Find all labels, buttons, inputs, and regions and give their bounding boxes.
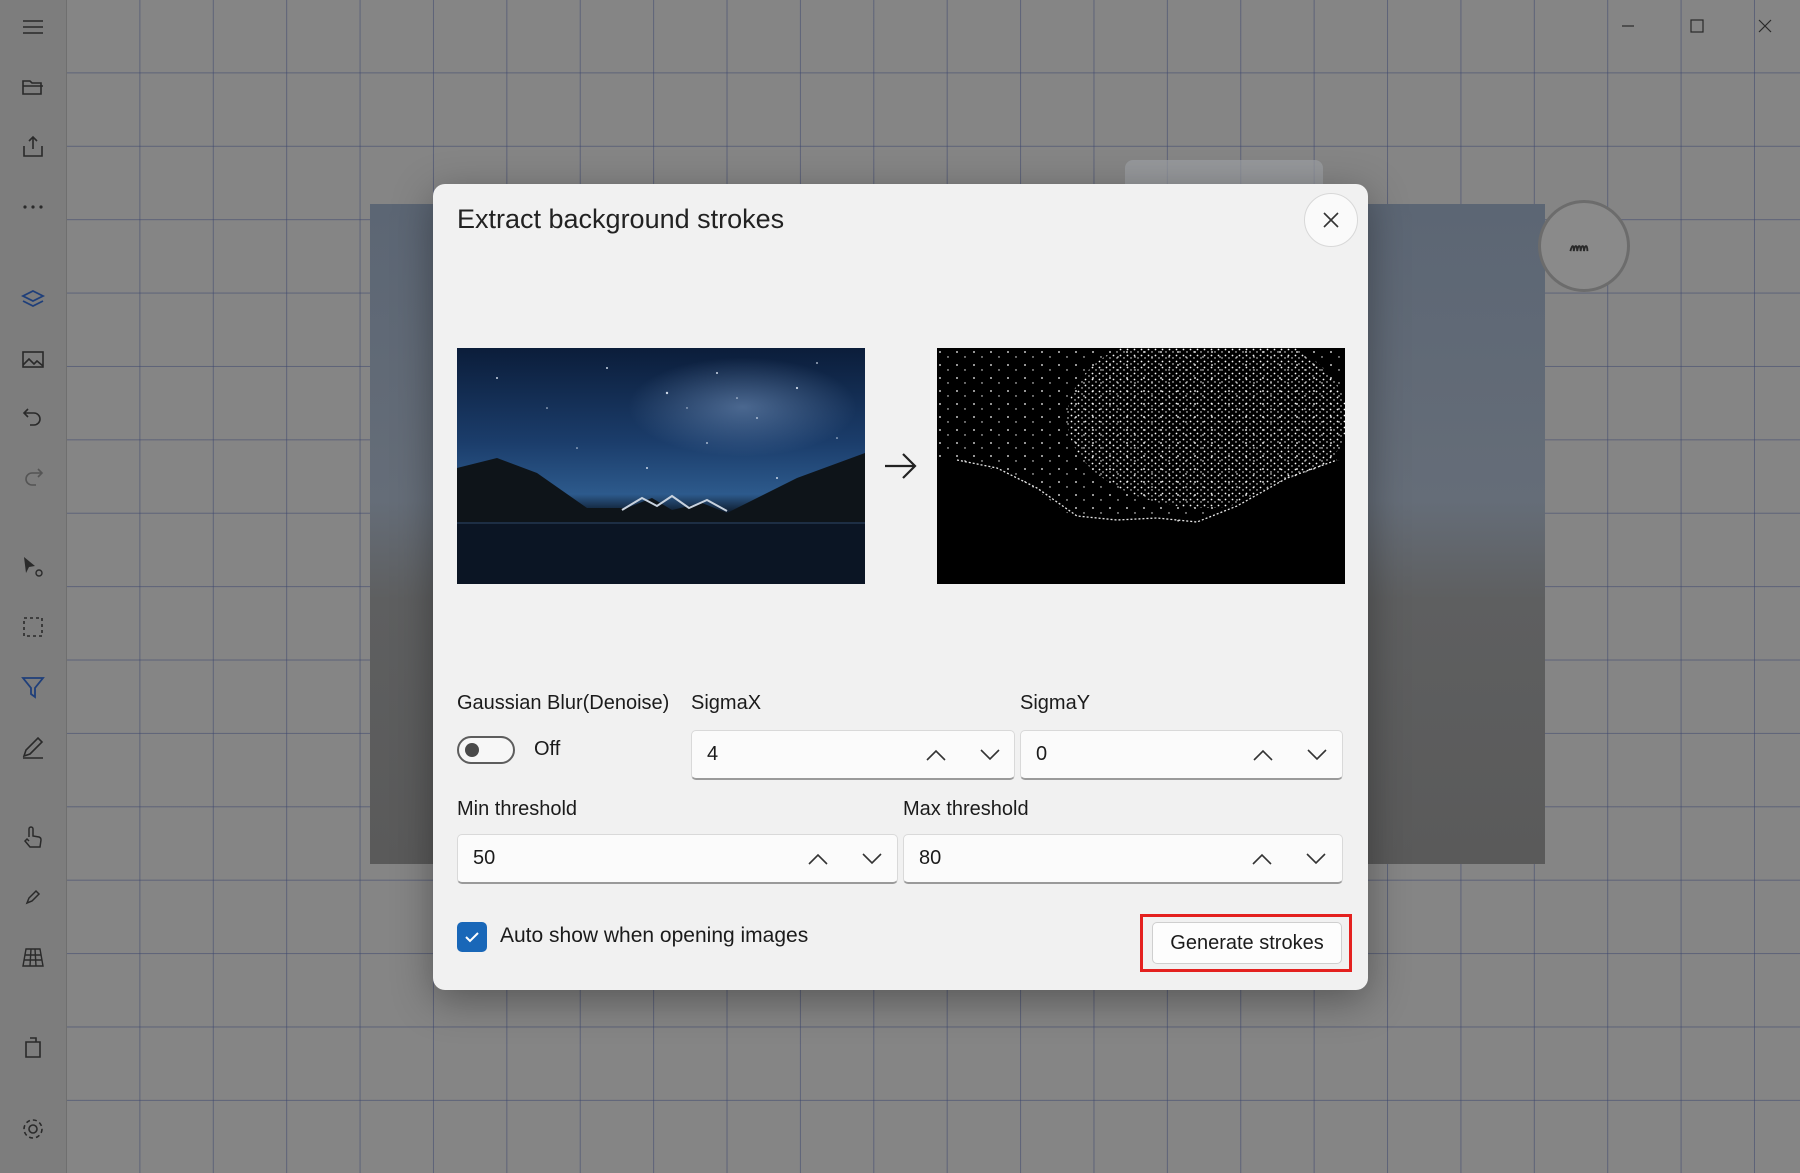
touch-hand-icon (23, 826, 42, 848)
blur-state-label: Off (534, 738, 561, 760)
max-threshold-decrement[interactable] (1298, 843, 1334, 875)
sigma-y-decrement[interactable] (1299, 739, 1335, 771)
chevron-up-icon (808, 853, 828, 865)
settings-button[interactable] (14, 1110, 52, 1148)
more-button[interactable] (14, 188, 52, 226)
sigma-y-label: SigmaY (1020, 692, 1091, 714)
min-threshold-label: Min threshold (457, 798, 578, 820)
lasso-select-icon (23, 617, 43, 637)
more-icon (23, 205, 43, 209)
sigma-y-value: 0 (1036, 743, 1048, 765)
auto-show-checkbox[interactable] (457, 922, 487, 952)
maximize-button[interactable] (1675, 8, 1719, 44)
minimize-button[interactable] (1606, 8, 1650, 44)
chevron-up-icon (1252, 853, 1272, 865)
grid-button[interactable] (14, 938, 52, 976)
pen-settings-icon (25, 889, 41, 905)
chevron-down-icon (1307, 749, 1327, 761)
max-threshold-increment[interactable] (1244, 843, 1280, 875)
max-threshold-label: Max threshold (903, 798, 1029, 820)
funnel-tool-icon (21, 677, 45, 699)
maximize-icon (1690, 19, 1704, 33)
minimize-icon (1622, 25, 1634, 27)
settings-icon (23, 1119, 43, 1139)
select-tool-button[interactable] (14, 548, 52, 586)
sigma-y-input[interactable]: 0 (1020, 730, 1343, 780)
max-threshold-value: 80 (919, 847, 942, 869)
sigma-x-input[interactable]: 4 (691, 730, 1015, 780)
redo-icon (25, 468, 44, 486)
sigma-x-increment[interactable] (918, 739, 954, 771)
max-threshold-input[interactable]: 80 (903, 834, 1343, 884)
sigma-x-decrement[interactable] (972, 739, 1008, 771)
stroke-output-preview (937, 348, 1345, 584)
sigma-y-increment[interactable] (1245, 739, 1281, 771)
scribble-icon (1569, 245, 1589, 252)
window-close-button[interactable] (1743, 8, 1787, 44)
undo-button[interactable] (14, 398, 52, 436)
select-tool-icon (24, 557, 43, 577)
sidebar (0, 0, 67, 1173)
dialog-title: Extract background strokes (457, 204, 785, 234)
chevron-down-icon (1306, 853, 1326, 865)
funnel-tool-button[interactable] (14, 668, 52, 706)
undo-icon (22, 408, 41, 426)
grid-icon (22, 948, 44, 967)
export-icon (23, 135, 43, 157)
auto-show-label: Auto show when opening images (500, 924, 809, 947)
pen-tool-icon (22, 736, 44, 759)
redo-button[interactable] (14, 458, 52, 496)
layers-button[interactable] (14, 280, 52, 318)
chevron-down-icon (862, 853, 882, 865)
layers-icon (20, 289, 46, 308)
chevron-down-icon (980, 749, 1000, 761)
checkmark-icon (465, 932, 479, 943)
blur-toggle[interactable] (457, 736, 515, 764)
menu-icon (23, 20, 43, 34)
pen-tool-button[interactable] (14, 728, 52, 766)
stroke-result-image (937, 348, 1345, 584)
blur-label: Gaussian Blur(Denoise) (457, 692, 670, 714)
generate-strokes-button[interactable]: Generate strokes (1152, 922, 1342, 964)
source-image-preview (457, 348, 865, 584)
arrow-right-icon (885, 453, 917, 479)
close-icon (1323, 212, 1339, 228)
sigma-x-label: SigmaX (691, 692, 762, 714)
chevron-up-icon (926, 749, 946, 761)
night-sky-photo (457, 362, 865, 584)
close-icon (1758, 19, 1772, 33)
min-threshold-increment[interactable] (800, 843, 836, 875)
pen-settings-button[interactable] (14, 878, 52, 916)
export-button[interactable] (14, 128, 52, 166)
extract-strokes-dialog: Extract background strokes Gaussian Blur… (433, 184, 1368, 990)
open-button[interactable] (14, 68, 52, 106)
min-threshold-value: 50 (473, 847, 496, 869)
menu-button[interactable] (14, 8, 52, 46)
clear-button[interactable] (14, 1028, 52, 1066)
pen-indicator-button[interactable] (1538, 200, 1630, 292)
image-icon (22, 351, 44, 368)
touch-button[interactable] (14, 818, 52, 856)
dialog-close-button[interactable] (1304, 193, 1358, 247)
min-threshold-decrement[interactable] (854, 843, 890, 875)
chevron-up-icon (1253, 749, 1273, 761)
open-folder-icon (22, 80, 43, 95)
min-threshold-input[interactable]: 50 (457, 834, 898, 884)
image-button[interactable] (14, 340, 52, 378)
sigma-x-value: 4 (707, 743, 719, 765)
lasso-select-button[interactable] (14, 608, 52, 646)
clear-icon (25, 1037, 41, 1058)
toggle-knob (465, 743, 479, 757)
